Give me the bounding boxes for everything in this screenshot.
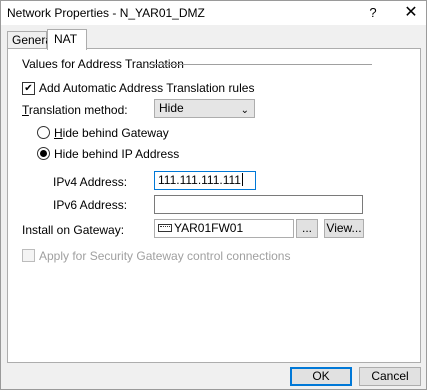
group-divider [148, 64, 372, 65]
ipv4-label: IPv4 Address: [53, 175, 128, 189]
hide-behind-gateway-radio[interactable] [37, 126, 50, 139]
ipv6-input[interactable] [154, 195, 363, 214]
ipv6-label: IPv6 Address: [53, 198, 128, 212]
install-on-value: YAR01FW01 [174, 221, 244, 235]
nat-panel: Values for Address Translation Add Autom… [7, 48, 421, 363]
window-title: Network Properties - N_YAR01_DMZ [7, 6, 205, 20]
hide-behind-gateway-label[interactable]: Hide behind Gateway [54, 126, 169, 140]
help-button[interactable]: ? [353, 1, 393, 25]
tab-general[interactable]: General [7, 31, 55, 49]
text-caret [241, 173, 243, 186]
translation-method-select[interactable]: Hide ⌄ [154, 99, 255, 118]
apply-sgw-label: Apply for Security Gateway control conne… [39, 249, 291, 263]
ipv4-input[interactable]: 111.111.111.111 [154, 171, 256, 190]
ipv4-value: 111.111.111.111 [158, 173, 241, 187]
auto-nat-checkbox[interactable] [22, 82, 35, 95]
translation-method-value: Hide [159, 101, 184, 115]
install-on-label: Install on Gateway: [22, 223, 125, 237]
translation-method-label-text: ranslation method: [28, 103, 128, 117]
tab-strip: General NAT [7, 29, 421, 50]
cancel-button[interactable]: Cancel [359, 367, 421, 386]
translation-method-label: Translation method: [22, 103, 128, 117]
tab-nat[interactable]: NAT [47, 29, 87, 50]
ok-button[interactable]: OK [290, 367, 352, 386]
browse-gateway-button[interactable]: ... [296, 219, 318, 238]
chevron-down-icon: ⌄ [240, 105, 249, 116]
hide-behind-ip-label[interactable]: Hide behind IP Address [54, 147, 179, 161]
apply-sgw-checkbox[interactable] [22, 249, 35, 262]
view-gateway-button[interactable]: View... [324, 219, 364, 238]
hide-behind-ip-radio[interactable] [37, 147, 50, 160]
network-properties-dialog: Network Properties - N_YAR01_DMZ ? ✕ Gen… [0, 0, 427, 390]
close-button[interactable]: ✕ [391, 1, 427, 25]
gateway-icon [158, 224, 172, 232]
auto-nat-label[interactable]: Add Automatic Address Translation rules [39, 81, 254, 95]
install-on-field[interactable]: YAR01FW01 [154, 219, 294, 238]
title-bar: Network Properties - N_YAR01_DMZ ? ✕ [1, 1, 426, 25]
